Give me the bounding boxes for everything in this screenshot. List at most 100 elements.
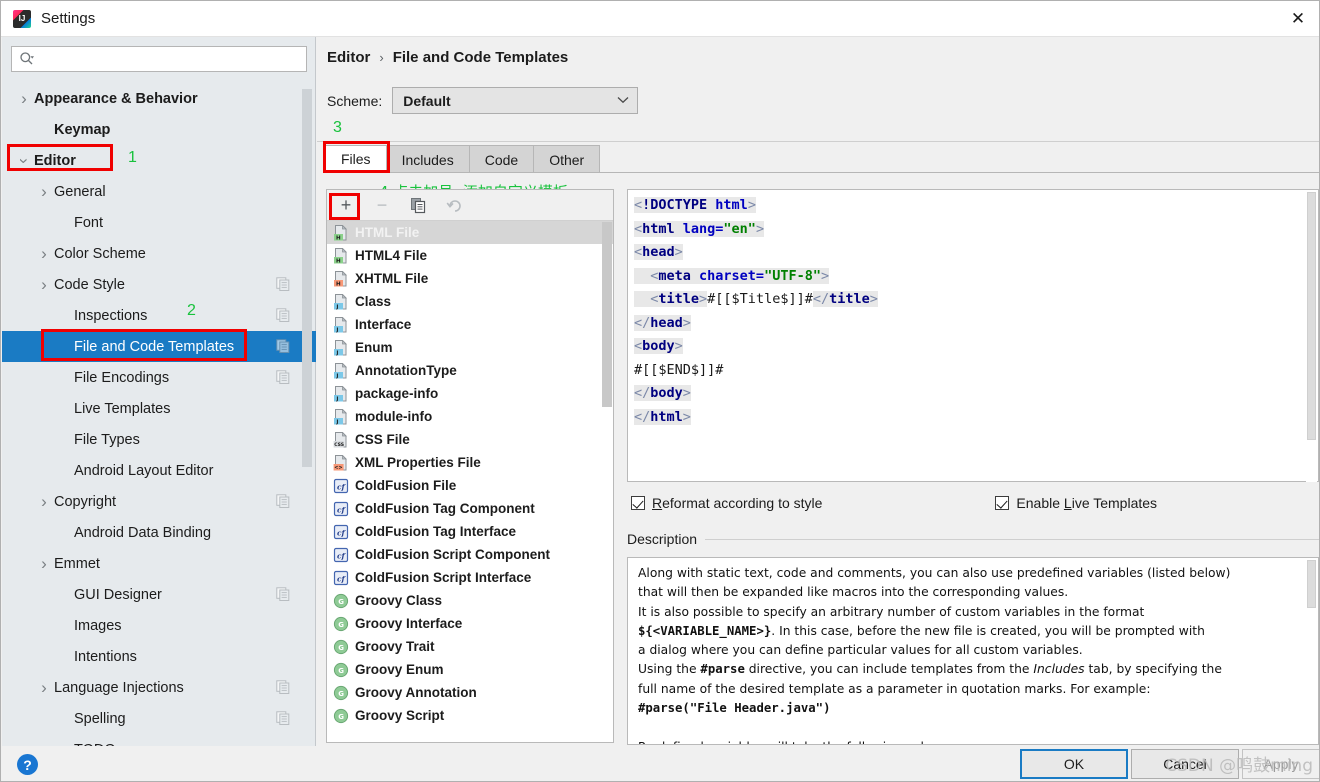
sidebar-scrollbar-thumb[interactable] (302, 89, 312, 467)
sidebar-item-general[interactable]: › General (2, 176, 316, 207)
sidebar-item-editor[interactable]: › Editor (2, 145, 316, 176)
file-list-scrollbar-thumb[interactable] (602, 222, 612, 407)
sidebar-item-gui-designer[interactable]: GUI Designer (2, 579, 316, 610)
code-line: <title>#[[$Title$]]#</title> (634, 288, 1312, 312)
sidebar-item-language-injections[interactable]: › Language Injections (2, 672, 316, 703)
sidebar-item-inspections[interactable]: Inspections (2, 300, 316, 331)
code-text[interactable]: <!DOCTYPE html> <html lang="en"> <head> <m… (628, 190, 1318, 481)
project-scope-icon (276, 370, 290, 384)
description-scrollbar-thumb[interactable] (1307, 560, 1316, 608)
code-token: title (829, 291, 870, 307)
remove-template-button[interactable]: − (371, 194, 393, 216)
sidebar-item-keymap[interactable]: Keymap (2, 114, 316, 145)
tab-code[interactable]: Code (468, 145, 535, 173)
sidebar-item-images[interactable]: Images (2, 610, 316, 641)
tab-files[interactable]: Files (325, 145, 387, 173)
file-template-row[interactable]: CSS CSS File (327, 428, 613, 451)
reformat-according-to-style-checkbox[interactable]: Reformat according to style (631, 495, 822, 511)
file-template-row[interactable]: J Enum (327, 336, 613, 359)
file-template-row[interactable]: cf ColdFusion Script Component (327, 543, 613, 566)
enable-live-templates-checkbox[interactable]: Enable Live Templates (995, 495, 1157, 511)
file-template-row[interactable]: J Class (327, 290, 613, 313)
file-template-row[interactable]: J AnnotationType (327, 359, 613, 382)
sidebar-item-android-layout-editor[interactable]: Android Layout Editor (2, 455, 316, 486)
apply-button[interactable]: Apply (1242, 749, 1319, 779)
description-text: Along with static text, code and comment… (628, 558, 1318, 744)
tab-includes[interactable]: Includes (385, 145, 470, 173)
reset-arrow-icon[interactable] (443, 194, 465, 216)
chevron-right-icon[interactable]: › (36, 244, 52, 264)
sidebar-item-android-data-binding[interactable]: Android Data Binding (2, 517, 316, 548)
tab-other[interactable]: Other (533, 145, 601, 173)
coldfusion-icon: cf (333, 501, 349, 517)
sidebar-item-copyright[interactable]: › Copyright (2, 486, 316, 517)
add-template-button[interactable]: + (335, 194, 357, 216)
file-template-row[interactable]: cf ColdFusion File (327, 474, 613, 497)
sidebar-item-file-and-code-templates[interactable]: File and Code Templates (2, 331, 316, 362)
template-code-editor[interactable]: <!DOCTYPE html> <html lang="en"> <head> <m… (627, 189, 1319, 482)
chevron-right-icon[interactable]: › (36, 554, 52, 574)
svg-text:G: G (338, 690, 344, 698)
file-template-row[interactable]: H HTML4 File (327, 244, 613, 267)
file-template-row[interactable]: J Interface (327, 313, 613, 336)
project-scope-icon (276, 680, 290, 694)
sidebar-item-label: Android Layout Editor (74, 462, 214, 479)
file-template-row[interactable]: G Groovy Enum (327, 658, 613, 681)
chevron-right-icon[interactable]: › (36, 492, 52, 512)
file-template-list[interactable]: H HTML File H HTML4 File H XHTML File J Class J I… (327, 221, 613, 742)
chevron-right-icon[interactable]: › (36, 182, 52, 202)
file-template-row[interactable]: H XHTML File (327, 267, 613, 290)
file-list-scrollbar[interactable] (602, 222, 612, 742)
sidebar-item-font[interactable]: Font (2, 207, 316, 238)
sidebar-item-intentions[interactable]: Intentions (2, 641, 316, 672)
scheme-dropdown[interactable]: Default (392, 87, 639, 114)
close-icon[interactable]: ✕ (1275, 1, 1319, 37)
sidebar-item-file-encodings[interactable]: File Encodings (2, 362, 316, 393)
copy-icon[interactable] (407, 194, 429, 216)
chevron-right-icon[interactable]: › (36, 275, 52, 295)
file-template-row[interactable]: G Groovy Class (327, 589, 613, 612)
sidebar-item-color-scheme[interactable]: › Color Scheme (2, 238, 316, 269)
help-icon[interactable]: ? (17, 754, 38, 775)
file-template-row[interactable]: G Groovy Trait (327, 635, 613, 658)
search-box[interactable] (11, 46, 307, 72)
search-input[interactable] (38, 48, 306, 70)
annotation-number-3: 3 (333, 119, 342, 136)
settings-tree[interactable]: › Appearance & Behavior Keymap › Editor › Gene… (2, 83, 316, 781)
project-scope-icon (276, 277, 290, 291)
cancel-button[interactable]: Cancel (1131, 749, 1239, 779)
sidebar-item-live-templates[interactable]: Live Templates (2, 393, 316, 424)
sidebar-item-code-style[interactable]: › Code Style (2, 269, 316, 300)
file-template-row[interactable]: Jpackage-info (327, 382, 613, 405)
chevron-right-icon[interactable]: › (16, 89, 32, 109)
code-editor-scrollbar-thumb[interactable] (1307, 192, 1316, 440)
file-template-row[interactable]: G Groovy Interface (327, 612, 613, 635)
sidebar-item-spelling[interactable]: Spelling (2, 703, 316, 734)
breadcrumb-root[interactable]: Editor (327, 49, 370, 66)
groovy-icon: G (333, 639, 349, 655)
sidebar-scrollbar[interactable] (302, 89, 312, 689)
file-template-row[interactable]: G Groovy Script (327, 704, 613, 727)
file-template-row[interactable]: G Groovy Annotation (327, 681, 613, 704)
checkbox-box (995, 496, 1010, 510)
sidebar-item-appearance-behavior[interactable]: › Appearance & Behavior (2, 83, 316, 114)
file-template-row[interactable]: Jmodule-info (327, 405, 613, 428)
code-token: </ (634, 408, 651, 425)
sidebar-item-file-types[interactable]: File Types (2, 424, 316, 455)
file-template-row[interactable]: cf ColdFusion Script Interface (327, 566, 613, 589)
svg-text:CSS: CSS (334, 442, 344, 448)
chevron-down-icon[interactable]: › (14, 153, 34, 169)
ok-button[interactable]: OK (1020, 749, 1128, 779)
file-template-row[interactable]: H HTML File (327, 221, 613, 244)
code-token: body (650, 385, 683, 401)
chevron-right-icon[interactable]: › (36, 678, 52, 698)
template-tabs[interactable]: Files Includes Code Other (325, 145, 1319, 173)
file-template-name: Groovy Annotation (355, 685, 477, 700)
sidebar-item-emmet[interactable]: › Emmet (2, 548, 316, 579)
code-token: charset= (699, 267, 765, 284)
description-scrollbar[interactable] (1306, 559, 1317, 744)
code-editor-scrollbar[interactable] (1306, 191, 1317, 482)
file-template-row[interactable]: cf ColdFusion Tag Component (327, 497, 613, 520)
file-template-row[interactable]: <> XML Properties File (327, 451, 613, 474)
file-template-row[interactable]: cf ColdFusion Tag Interface (327, 520, 613, 543)
